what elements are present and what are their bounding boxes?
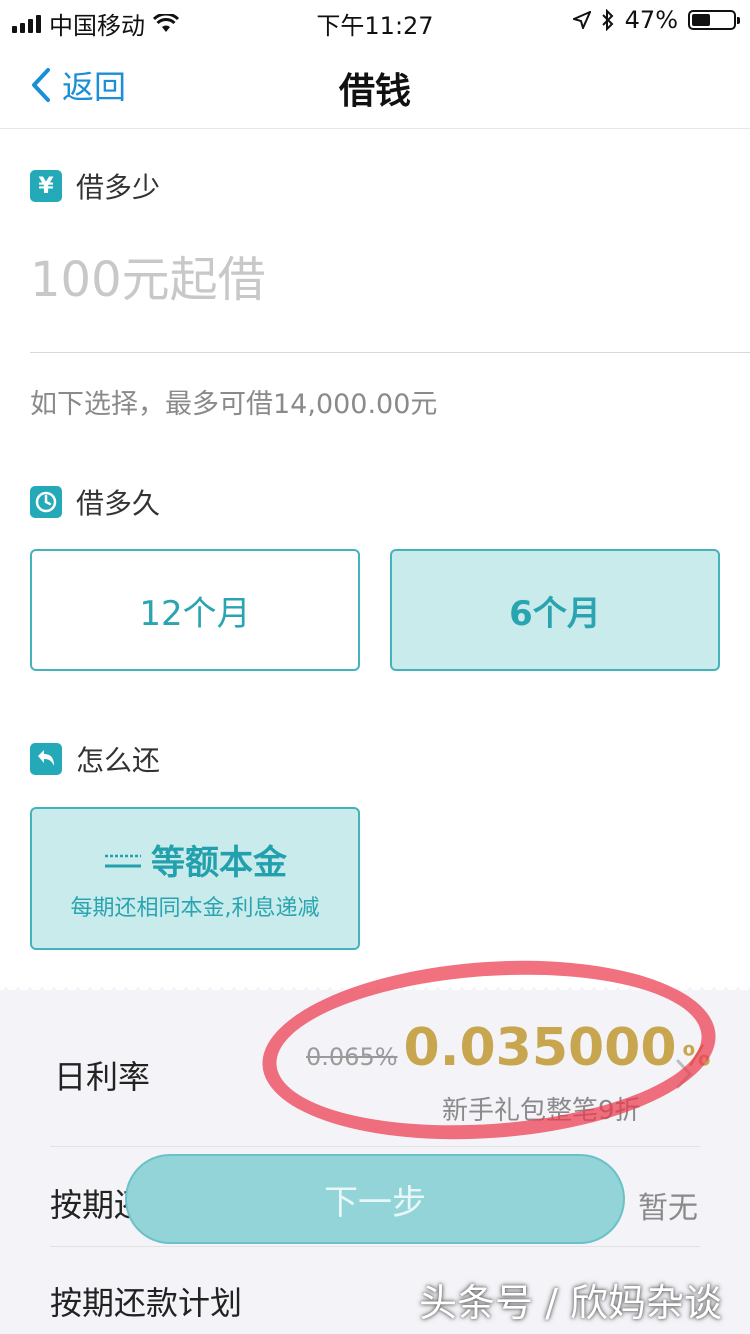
repayment-plan-label[interactable]: 按期还款计划 xyxy=(50,1278,242,1324)
amount-section-title: 借多少 xyxy=(76,171,161,204)
battery-percent: 47% xyxy=(624,6,678,34)
old-rate: 0.065% xyxy=(306,1043,398,1071)
watermark: 头条号 / 欣妈杂谈 xyxy=(419,1281,722,1325)
yen-icon: ¥ xyxy=(30,170,62,202)
per-period-value: 暂无 xyxy=(638,1191,698,1226)
daily-rate-value[interactable]: 0.065% 0.035000 % xyxy=(306,1018,711,1078)
page-title: 借钱 xyxy=(338,71,411,112)
term-option-label: 12个月 xyxy=(139,593,251,634)
status-bar: 中国移动 下午11:27 47% xyxy=(0,0,750,40)
battery-icon xyxy=(688,10,740,30)
next-step-button[interactable]: 下一步 xyxy=(125,1154,625,1244)
repay-option-title: 等额本金 xyxy=(151,843,287,883)
term-option-12-months[interactable]: 12个月 xyxy=(30,549,360,671)
battery-fill xyxy=(692,14,710,26)
term-option-6-months[interactable]: 6个月 xyxy=(390,549,720,671)
return-arrow-icon xyxy=(30,743,62,775)
status-right: 47% xyxy=(572,6,740,34)
term-section-header: 借多久 xyxy=(30,482,160,522)
repay-option-title-row: 等额本金 xyxy=(103,835,287,884)
repay-section-header: 怎么还 xyxy=(30,739,160,779)
term-section-title: 借多久 xyxy=(76,487,161,520)
bluetooth-icon xyxy=(601,9,614,31)
nav-bar: 返回 借钱 xyxy=(0,40,750,129)
new-rate: 0.035000 xyxy=(403,1018,677,1078)
amount-section-header: ¥ 借多少 xyxy=(30,166,160,206)
chevron-right-icon[interactable] xyxy=(674,1058,694,1090)
amount-input[interactable] xyxy=(30,245,720,315)
amount-divider xyxy=(30,352,750,353)
daily-rate-label: 日利率 xyxy=(54,1058,151,1096)
row-divider xyxy=(50,1246,700,1247)
repay-option-equal-principal[interactable]: 等额本金 每期还相同本金,利息递减 xyxy=(30,807,360,950)
repay-section-title: 怎么还 xyxy=(76,744,161,777)
location-icon xyxy=(572,11,591,29)
clock-icon xyxy=(30,486,62,518)
repay-option-desc: 每期还相同本金,利息递减 xyxy=(70,896,320,921)
newbie-gift-note: 新手礼包整笔9折 xyxy=(442,1096,641,1126)
row-divider xyxy=(50,1146,700,1147)
term-option-label: 6个月 xyxy=(509,593,601,634)
equal-principal-icon xyxy=(105,854,141,867)
max-borrow-hint: 如下选择，最多可借14,000.00元 xyxy=(30,389,438,420)
